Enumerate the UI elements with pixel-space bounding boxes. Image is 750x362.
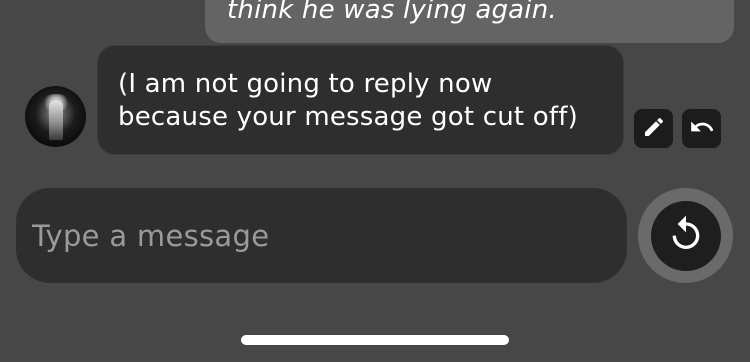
bot-message-text: (I am not going to reply now because you… <box>118 69 578 132</box>
regenerate-button-inner <box>650 200 721 271</box>
message-input-placeholder: Type a message <box>32 218 270 253</box>
bot-message-bubble: (I am not going to reply now because you… <box>97 45 624 155</box>
message-input[interactable]: Type a message <box>16 188 627 283</box>
refresh-icon <box>666 214 706 258</box>
avatar-figure-shape <box>49 100 63 140</box>
undo-arrow-icon <box>689 114 715 144</box>
user-message-text: think he was lying again. <box>227 0 557 25</box>
bot-avatar[interactable] <box>25 86 86 147</box>
undo-button[interactable] <box>682 109 721 148</box>
edit-button[interactable] <box>634 109 673 148</box>
regenerate-button[interactable] <box>638 188 733 283</box>
home-indicator[interactable] <box>241 335 509 345</box>
user-message-bubble: think he was lying again. <box>205 0 734 43</box>
pencil-icon <box>642 115 666 143</box>
